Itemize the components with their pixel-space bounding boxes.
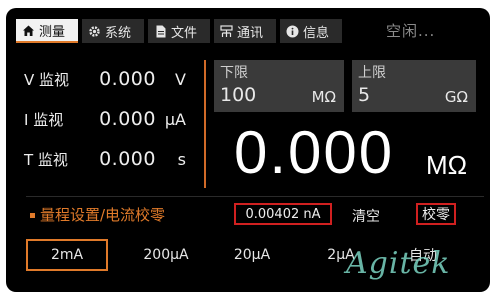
network-icon (220, 24, 233, 38)
range-button-200ua[interactable]: 200μA (134, 239, 198, 271)
voltage-monitor-row: V 监视 0.000 V (24, 68, 186, 90)
zero-calibration-button[interactable]: 校零 (416, 203, 456, 225)
time-monitor-value: 0.000 (99, 148, 156, 170)
document-icon (154, 25, 167, 38)
voltage-monitor-value: 0.000 (99, 68, 156, 90)
tab-communication[interactable]: 通讯 (214, 19, 276, 43)
time-monitor-row: T 监视 0.000 s (24, 148, 186, 170)
tab-label: 信息 (303, 25, 330, 41)
lower-limit-field[interactable]: 下限 100 MΩ (214, 60, 344, 112)
upper-limit-value: 5 (358, 84, 371, 106)
status-text: 空闲... (386, 22, 436, 40)
tab-label: 测量 (39, 24, 66, 40)
tab-info[interactable]: 信息 (280, 19, 342, 43)
range-panel-title: 量程设置/电流校零 (40, 206, 166, 224)
upper-limit-unit: GΩ (444, 88, 468, 106)
tab-file[interactable]: 文件 (148, 19, 210, 43)
current-monitor-unit: μA (164, 110, 186, 129)
current-monitor-row: I 监视 0.000 μA (24, 108, 186, 130)
upper-limit-title: 上限 (358, 65, 386, 81)
lower-limit-title: 下限 (220, 65, 248, 81)
tab-label: 文件 (171, 25, 198, 41)
tab-system[interactable]: 系统 (82, 19, 144, 43)
tab-measure[interactable]: 测量 (16, 19, 78, 43)
time-monitor-unit: s (177, 150, 186, 169)
lower-limit-unit: MΩ (311, 88, 336, 106)
info-icon (286, 25, 299, 38)
voltage-monitor-unit: V (175, 70, 186, 89)
upper-limit-field[interactable]: 上限 5 GΩ (352, 60, 476, 112)
gear-icon (88, 25, 101, 38)
range-button-20ua[interactable]: 20μA (222, 239, 282, 271)
home-icon (22, 24, 35, 37)
tab-label: 系统 (105, 25, 132, 41)
current-monitor-value: 0.000 (99, 108, 156, 130)
divider (204, 60, 206, 188)
time-monitor-label: T 监视 (24, 151, 68, 169)
bullet-icon (30, 213, 35, 218)
main-measurement-unit: MΩ (426, 150, 468, 180)
range-button-2ma[interactable]: 2mA (26, 239, 108, 271)
tab-label: 通讯 (237, 25, 264, 41)
current-monitor-label: I 监视 (24, 111, 64, 129)
lower-limit-value: 100 (220, 84, 257, 106)
clear-button[interactable]: 清空 (352, 206, 380, 226)
zero-current-readout: 0.00402 nA (234, 203, 332, 225)
main-measurement-value: 0.000 (234, 119, 395, 186)
voltage-monitor-label: V 监视 (24, 71, 70, 89)
watermark-logo: Agitek (346, 246, 451, 281)
